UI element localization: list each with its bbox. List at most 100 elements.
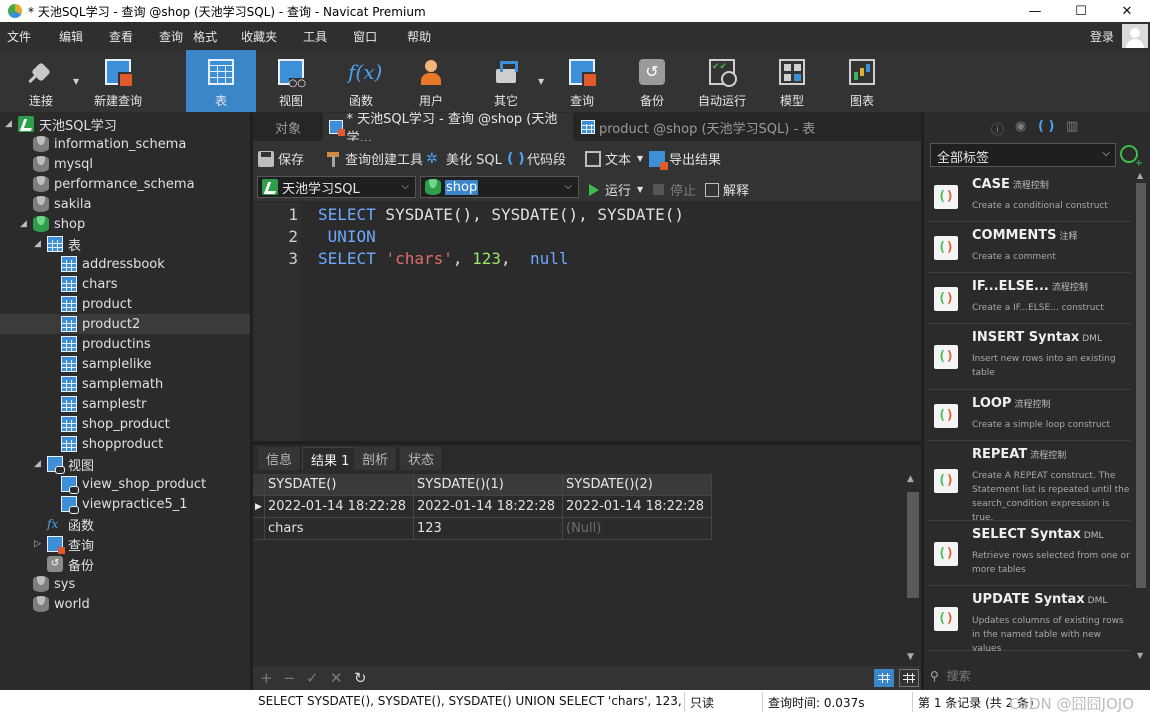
tree-connection[interactable]: ◢ 天池SQL学习 xyxy=(0,114,250,134)
tree-db-mysql[interactable]: mysql xyxy=(0,154,250,174)
add-snippet-icon[interactable] xyxy=(1120,145,1143,169)
code-snippet-button[interactable]: ( ) 代码段 xyxy=(507,149,566,169)
scroll-down-icon[interactable]: ▼ xyxy=(907,652,914,662)
apply-changes-icon[interactable]: ✓ xyxy=(306,669,319,687)
column-header[interactable]: SYSDATE()(2) xyxy=(563,474,712,496)
tree-db-sys[interactable]: sys xyxy=(0,574,250,594)
tree-table-samplestr[interactable]: samplestr xyxy=(0,394,250,414)
tree-db-shop[interactable]: ◢ shop xyxy=(0,214,250,234)
close-button[interactable]: ✕ xyxy=(1104,0,1150,22)
minimize-button[interactable]: — xyxy=(1012,0,1058,22)
tree-views-folder[interactable]: ◢ 视图 xyxy=(0,454,250,474)
tree-table-samplemath[interactable]: samplemath xyxy=(0,374,250,394)
snippet-item[interactable]: () CASE 流程控制 Create a conditional construct xyxy=(928,171,1131,222)
tab-product-table[interactable]: product @shop (天池学习SQL) - 表 xyxy=(575,113,825,141)
toolbar-connection-button[interactable]: 连接 xyxy=(12,50,70,112)
snippet-search[interactable]: ⚲ 搜索 xyxy=(930,667,1130,687)
snippet-tag-filter[interactable]: 全部标签 ⌵ xyxy=(930,143,1116,167)
toolbar-model-button[interactable]: 模型 xyxy=(763,50,821,112)
code-line[interactable]: 3 SELECT 'chars', 123, null xyxy=(253,248,853,270)
expand-arrow-icon[interactable]: ▷ xyxy=(34,539,41,549)
snippet-item[interactable]: () COMMENTS 注释 Create a comment xyxy=(928,222,1131,273)
current-row-marker-icon[interactable]: ▶ xyxy=(253,496,265,518)
menu-favorites[interactable]: 收藏夹 xyxy=(227,28,287,45)
tree-db-world[interactable]: world xyxy=(0,594,250,614)
result-scrollbar[interactable]: ▲ ▼ xyxy=(904,470,921,666)
form-view-icon[interactable] xyxy=(899,669,919,687)
scroll-up-icon[interactable]: ▲ xyxy=(907,474,914,484)
template-icon[interactable]: ▥ xyxy=(1066,119,1078,134)
maximize-button[interactable]: ☐ xyxy=(1058,0,1104,22)
grid-cell-null[interactable]: (Null) xyxy=(563,518,712,540)
snippet-item[interactable]: () IF...ELSE... 流程控制 Create a IF...ELSE... … xyxy=(928,273,1131,324)
collapse-arrow-icon[interactable]: ◢ xyxy=(34,239,41,249)
collapse-arrow-icon[interactable]: ◢ xyxy=(34,459,41,469)
add-record-icon[interactable]: + xyxy=(260,669,273,687)
code-snippet-tab-icon[interactable]: ( ) xyxy=(1038,119,1054,134)
code-line[interactable]: 2 UNION xyxy=(253,226,853,248)
beautify-sql-button[interactable]: ✲ 美化 SQL xyxy=(426,149,502,169)
menu-edit[interactable]: 编辑 xyxy=(41,28,93,45)
delete-record-icon[interactable]: − xyxy=(283,669,296,687)
tree-db-performance-schema[interactable]: performance_schema xyxy=(0,174,250,194)
toolbar-automation-button[interactable]: 自动运行 xyxy=(693,50,751,112)
menu-help[interactable]: 帮助 xyxy=(387,28,441,45)
scrollbar-thumb[interactable] xyxy=(907,492,919,598)
grid-cell[interactable]: 2022-01-14 18:22:28 xyxy=(414,496,563,518)
tree-table-product[interactable]: product xyxy=(0,294,250,314)
text-dropdown-caret-icon[interactable]: ▼ xyxy=(637,154,643,163)
tree-view-view-shop-product[interactable]: view_shop_product xyxy=(0,474,250,494)
column-header[interactable]: SYSDATE() xyxy=(265,474,414,496)
toolbar-new-query-button[interactable]: 新建查询 xyxy=(88,50,148,112)
refresh-icon[interactable]: ↻ xyxy=(354,669,367,687)
tree-table-samplelike[interactable]: samplelike xyxy=(0,354,250,374)
row-marker[interactable] xyxy=(253,518,265,540)
tab-query[interactable]: * 天池SQL学习 - 查询 @shop (天池学... xyxy=(323,112,573,146)
other-dropdown-caret-icon[interactable]: ▼ xyxy=(538,77,544,86)
snippet-item[interactable]: () INSERT Syntax DML Insert new rows into a… xyxy=(928,324,1131,390)
tab-profile[interactable]: 剖析 xyxy=(354,447,398,470)
toolbar-backup-button[interactable]: 备份 xyxy=(623,50,681,112)
tree-table-addressbook[interactable]: addressbook xyxy=(0,254,250,274)
toolbar-view-button[interactable]: 视图 xyxy=(262,50,320,112)
toolbar-query-button[interactable]: 查询 xyxy=(553,50,611,112)
tab-result-1[interactable]: 结果 1 xyxy=(302,447,359,470)
login-link[interactable]: 登录 xyxy=(1090,28,1114,45)
snippet-item[interactable]: () LOOP 流程控制 Create a simple loop construct xyxy=(928,390,1131,441)
tab-objects[interactable]: 对象 xyxy=(253,113,321,141)
toolbar-other-button[interactable]: 其它 xyxy=(477,50,535,112)
menu-query[interactable]: 查询 xyxy=(143,28,193,45)
discard-changes-icon[interactable]: ✕ xyxy=(330,669,343,687)
tab-info[interactable]: 信息 xyxy=(258,447,302,470)
toolbar-table-button[interactable]: 表 xyxy=(186,50,256,112)
text-button[interactable]: 文本 ▼ xyxy=(585,149,643,168)
column-header[interactable]: SYSDATE()(1) xyxy=(414,474,563,496)
snippet-item[interactable]: () REPEAT 流程控制 Create A REPEAT construct. T… xyxy=(928,441,1131,523)
grid-cell[interactable]: 123 xyxy=(414,518,563,540)
tree-queries-folder[interactable]: ▷ 查询 xyxy=(0,534,250,554)
snippet-item[interactable]: () UPDATE Syntax DML Updates columns of exi… xyxy=(928,586,1131,654)
tree-table-chars[interactable]: chars xyxy=(0,274,250,294)
connection-dropdown-caret-icon[interactable]: ▼ xyxy=(73,77,79,86)
grid-view-icon[interactable] xyxy=(874,669,894,687)
tree-tables-folder[interactable]: ◢ 表 xyxy=(0,234,250,254)
connection-select[interactable]: 天池学习SQL ⌵ xyxy=(257,176,416,198)
code-line[interactable]: 1 SELECT SYSDATE(), SYSDATE(), SYSDATE() xyxy=(253,204,853,226)
tree-table-shop-product[interactable]: shop_product xyxy=(0,414,250,434)
scroll-down-icon[interactable]: ▼ xyxy=(1137,651,1143,660)
toolbar-chart-button[interactable]: 图表 xyxy=(833,50,891,112)
tree-table-shopproduct[interactable]: shopproduct xyxy=(0,434,250,454)
tree-db-information-schema[interactable]: information_schema xyxy=(0,134,250,154)
tree-view-viewpractice5-1[interactable]: viewpractice5_1 xyxy=(0,494,250,514)
menu-format[interactable]: 格式 xyxy=(193,28,227,45)
toolbar-function-button[interactable]: f(x) 函数 xyxy=(332,50,390,112)
tree-table-product2[interactable]: product2 xyxy=(0,314,250,334)
tree-functions-folder[interactable]: fx 函数 xyxy=(0,514,250,534)
run-button[interactable]: 运行 ▼ xyxy=(589,180,643,199)
toolbar-user-button[interactable]: 用户 xyxy=(402,50,460,112)
tree-db-sakila[interactable]: sakila xyxy=(0,194,250,214)
stop-button[interactable]: 停止 xyxy=(653,180,696,199)
collapse-arrow-icon[interactable]: ◢ xyxy=(20,219,27,229)
menu-window[interactable]: 窗口 xyxy=(337,28,387,45)
menu-tools[interactable]: 工具 xyxy=(287,28,337,45)
